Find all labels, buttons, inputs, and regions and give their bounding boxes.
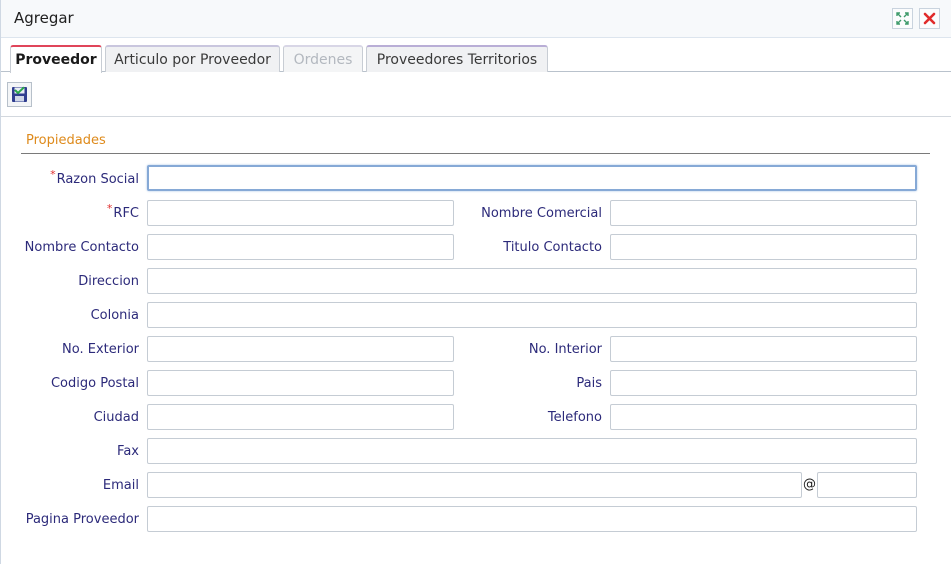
section-divider xyxy=(21,153,930,154)
email-label: Email xyxy=(102,478,139,493)
ciudad-input[interactable] xyxy=(147,404,454,430)
nombre-comercial-label: Nombre Comercial xyxy=(481,206,602,221)
agregar-dialog: Agregar Proveedor Articulo por Proveedor… xyxy=(0,0,951,564)
tab-label: Ordenes xyxy=(293,51,353,68)
rfc-label: *RFC xyxy=(106,202,139,221)
rfc-input[interactable] xyxy=(147,200,454,226)
required-marker: * xyxy=(106,202,113,215)
email-domain-input[interactable] xyxy=(817,472,917,498)
telefono-input[interactable] xyxy=(610,404,917,430)
fax-label: Fax xyxy=(117,444,139,459)
expand-icon xyxy=(896,12,909,25)
tab-bar: Proveedor Articulo por Proveedor Ordenes… xyxy=(1,38,951,73)
pais-input[interactable] xyxy=(610,370,917,396)
no-exterior-label: No. Exterior xyxy=(62,342,139,357)
direccion-label: Direccion xyxy=(78,274,139,289)
tab-label: Proveedores Territorios xyxy=(376,51,538,68)
title-bar: Agregar xyxy=(1,0,951,38)
close-icon xyxy=(923,12,936,25)
fax-input[interactable] xyxy=(147,438,917,464)
pais-label: Pais xyxy=(576,376,602,391)
titulo-contacto-label: Titulo Contacto xyxy=(503,240,602,255)
nombre-comercial-input[interactable] xyxy=(610,200,917,226)
required-marker: * xyxy=(50,168,56,181)
section-title: Propiedades xyxy=(26,133,106,148)
tab-articulo-por-proveedor[interactable]: Articulo por Proveedor xyxy=(105,45,280,72)
nombre-contacto-input[interactable] xyxy=(147,234,454,260)
razon-social-input[interactable] xyxy=(147,165,917,191)
codigo-postal-input[interactable] xyxy=(147,370,454,396)
tab-label: Articulo por Proveedor xyxy=(114,51,271,68)
tab-proveedor[interactable]: Proveedor xyxy=(10,45,102,73)
codigo-postal-label: Codigo Postal xyxy=(50,376,139,391)
save-button[interactable] xyxy=(7,82,32,107)
email-user-input[interactable] xyxy=(147,472,802,498)
titulo-contacto-input[interactable] xyxy=(610,234,917,260)
colonia-input[interactable] xyxy=(147,302,917,328)
no-interior-label: No. Interior xyxy=(528,342,602,357)
window-title: Agregar xyxy=(14,9,74,27)
toolbar xyxy=(1,72,951,117)
telefono-label: Telefono xyxy=(547,410,602,425)
no-interior-input[interactable] xyxy=(610,336,917,362)
tab-proveedores-territorios[interactable]: Proveedores Territorios xyxy=(366,45,548,72)
email-at-separator: @ xyxy=(803,477,816,492)
pagina-proveedor-input[interactable] xyxy=(147,506,917,532)
colonia-label: Colonia xyxy=(90,308,139,323)
save-check-icon xyxy=(12,86,27,102)
pagina-proveedor-label: Pagina Proveedor xyxy=(25,512,139,527)
tab-ordenes: Ordenes xyxy=(283,45,363,72)
no-exterior-input[interactable] xyxy=(147,336,454,362)
maximize-button[interactable] xyxy=(892,8,913,29)
ciudad-label: Ciudad xyxy=(93,410,139,425)
razon-social-label: *Razon Social xyxy=(50,168,139,187)
nombre-contacto-label: Nombre Contacto xyxy=(24,240,139,255)
tab-label: Proveedor xyxy=(15,52,97,68)
direccion-input[interactable] xyxy=(147,268,917,294)
close-button[interactable] xyxy=(919,8,940,29)
